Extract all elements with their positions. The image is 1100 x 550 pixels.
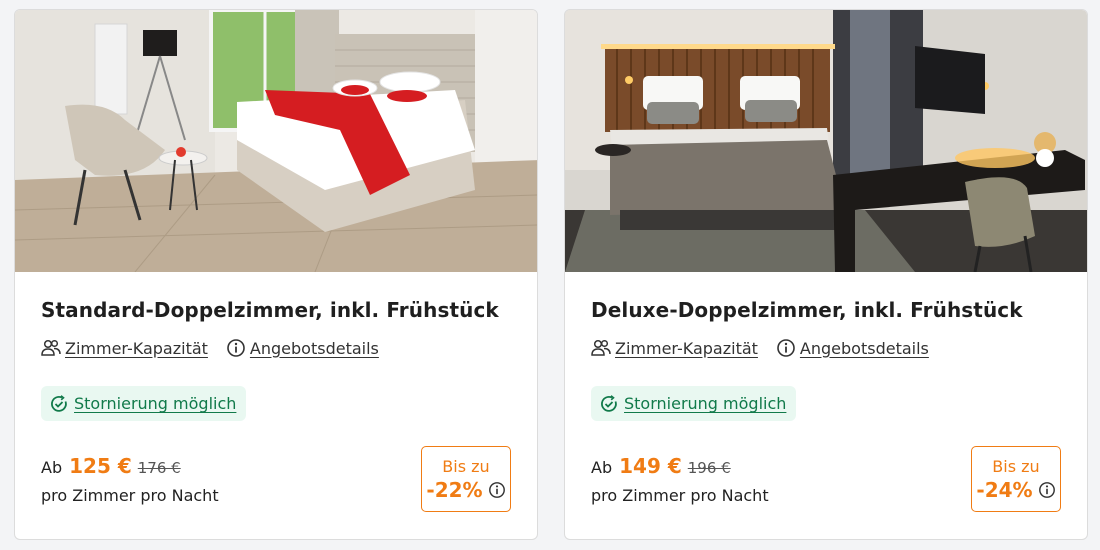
people-icon	[591, 339, 611, 356]
discount-badge: Bis zu -24%	[971, 446, 1061, 512]
room-card-deluxe[interactable]: Deluxe-Doppelzimmer, inkl. Frühstück Zim…	[564, 9, 1088, 540]
price-line: Ab 149 € 196 €	[591, 454, 731, 478]
room-capacity-link[interactable]: Zimmer-Kapazität	[41, 339, 208, 358]
offer-details-link[interactable]: Angebotsdetails	[226, 338, 379, 358]
discount-badge: Bis zu -22%	[421, 446, 511, 512]
discount-upto-label: Bis zu	[442, 456, 490, 476]
room-card-standard[interactable]: Standard-Doppelzimmer, inkl. Frühstück Z…	[14, 9, 538, 540]
original-price: 176 €	[137, 459, 181, 477]
price-prefix: Ab	[591, 458, 613, 477]
cancellation-label: Stornierung möglich	[74, 394, 237, 413]
room-capacity-link[interactable]: Zimmer-Kapazität	[591, 339, 758, 358]
discount-upto-label: Bis zu	[992, 456, 1040, 476]
discount-percent: -22%	[426, 477, 483, 502]
room-photo-image	[15, 10, 537, 272]
current-price: 149 €	[619, 454, 682, 478]
room-title: Deluxe-Doppelzimmer, inkl. Frühstück	[591, 298, 1023, 322]
price-prefix: Ab	[41, 458, 63, 477]
room-photo-standard[interactable]	[15, 10, 537, 272]
cancellation-badge[interactable]: Stornierung möglich	[591, 386, 797, 421]
cancellation-label: Stornierung möglich	[624, 394, 787, 413]
info-icon	[227, 339, 245, 357]
room-photo-image	[565, 10, 1087, 272]
room-photo-deluxe[interactable]	[565, 10, 1087, 272]
current-price: 125 €	[69, 454, 132, 478]
offer-details-label: Angebotsdetails	[249, 338, 379, 358]
price-unit: pro Zimmer pro Nacht	[591, 486, 769, 505]
price-line: Ab 125 € 176 €	[41, 454, 181, 478]
discount-percent: -24%	[976, 477, 1033, 502]
original-price: 196 €	[687, 459, 731, 477]
people-icon	[41, 339, 61, 356]
room-capacity-label: Zimmer-Kapazität	[65, 338, 208, 358]
cancellation-check-icon	[601, 394, 617, 412]
cancellation-badge[interactable]: Stornierung möglich	[41, 386, 247, 421]
discount-info-icon[interactable]	[488, 481, 506, 499]
info-icon	[777, 339, 795, 357]
room-title: Standard-Doppelzimmer, inkl. Frühstück	[41, 298, 499, 322]
discount-info-icon[interactable]	[1038, 481, 1056, 499]
price-unit: pro Zimmer pro Nacht	[41, 486, 219, 505]
cancellation-check-icon	[51, 394, 67, 412]
room-info-links: Zimmer-Kapazität Angebotsdetails	[41, 338, 397, 358]
offer-details-link[interactable]: Angebotsdetails	[776, 338, 929, 358]
room-info-links: Zimmer-Kapazität Angebotsdetails	[591, 338, 947, 358]
room-capacity-label: Zimmer-Kapazität	[615, 338, 758, 358]
offer-details-label: Angebotsdetails	[799, 338, 929, 358]
